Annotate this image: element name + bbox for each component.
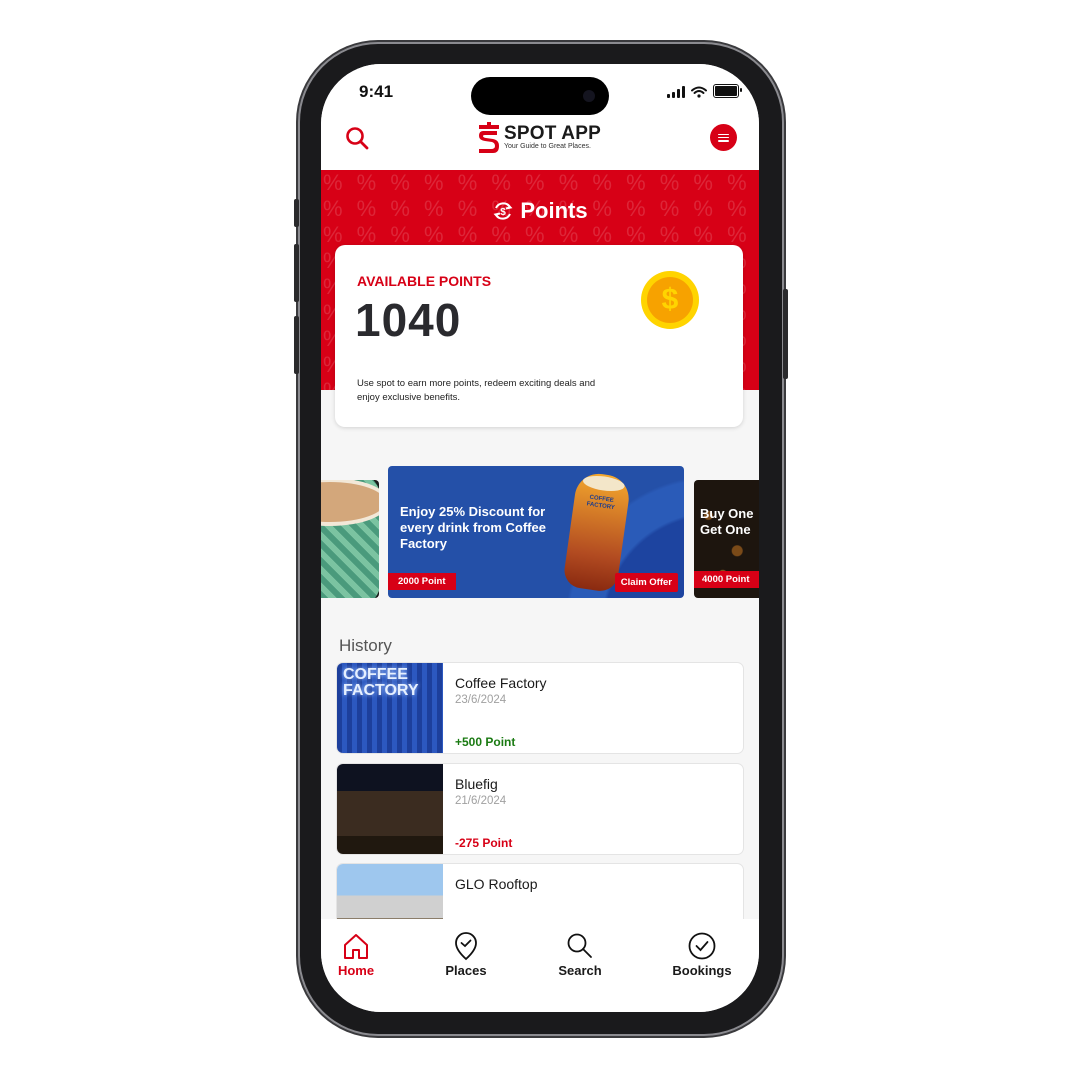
check-circle-icon xyxy=(688,932,716,960)
offer-points-badge: 2000 Point xyxy=(388,573,456,590)
points-description: Use spot to earn more points, redeem exc… xyxy=(357,378,596,403)
history-item-date: 23/6/2024 xyxy=(455,694,507,706)
page-title-text: Points xyxy=(520,198,588,223)
tab-label: Places xyxy=(445,963,487,978)
drink-brand: COFFEE FACTORY xyxy=(586,494,616,512)
tab-places[interactable]: Places xyxy=(421,931,511,978)
volume-up-button xyxy=(294,244,299,302)
tab-bookings[interactable]: Bookings xyxy=(657,931,747,978)
page-title: $ Points xyxy=(321,198,759,224)
offer-points-badge: 4000 Point xyxy=(694,571,759,588)
offer-title: Buy One Get One xyxy=(700,506,754,537)
battery-icon xyxy=(713,84,742,98)
tab-bar: Home Places Search Bookings xyxy=(321,919,759,1012)
app-bar: SPOT APP Your Guide to Great Places. xyxy=(321,114,759,170)
logo-title: SPOT APP xyxy=(504,123,601,144)
search-icon xyxy=(567,933,592,958)
image-text: COFFEE FACTORY xyxy=(343,666,419,699)
history-item-name: Bluefig xyxy=(455,776,498,792)
dynamic-island xyxy=(471,77,609,115)
available-points-card: AVAILABLE POINTS 1040 $ Use spot to earn… xyxy=(335,245,743,427)
history-item-name: Coffee Factory xyxy=(455,675,547,691)
menu-button[interactable] xyxy=(710,124,737,151)
tab-search[interactable]: Search xyxy=(535,931,625,978)
tab-label: Search xyxy=(558,963,602,978)
status-icons xyxy=(667,84,742,98)
action-button xyxy=(294,199,299,227)
offer-title: Enjoy 25% Discount for every drink from … xyxy=(400,504,546,551)
history-item-image: COFFEE FACTORY xyxy=(337,663,443,753)
search-icon xyxy=(346,127,369,150)
history-item-points: -275 Point xyxy=(455,836,513,850)
offers-carousel[interactable]: Enjoy 25% Discount for every drink from … xyxy=(321,466,759,600)
tab-label: Bookings xyxy=(672,963,732,978)
offer-card-partial-left[interactable] xyxy=(321,480,379,598)
power-button xyxy=(783,289,788,379)
app-logo: SPOT APP Your Guide to Great Places. xyxy=(477,122,601,154)
coin-dollar-icon: $ xyxy=(641,271,699,329)
claim-offer-button[interactable]: Claim Offer xyxy=(614,573,678,592)
svg-text:$: $ xyxy=(501,207,507,218)
spot-logo-icon xyxy=(479,122,499,153)
offer-card-coffee-factory[interactable]: Enjoy 25% Discount for every drink from … xyxy=(388,466,684,598)
cup-rim xyxy=(321,480,379,526)
available-points-label: AVAILABLE POINTS xyxy=(357,273,492,289)
signal-icon xyxy=(667,86,685,98)
history-item[interactable]: Bluefig 21/6/2024 -275 Point xyxy=(337,764,743,854)
place-pin-check-icon xyxy=(455,932,477,961)
points-exchange-icon: $ xyxy=(493,202,513,220)
history-item-image xyxy=(337,764,443,854)
available-points-value: 1040 xyxy=(355,294,462,346)
history-item-date: 21/6/2024 xyxy=(455,795,507,807)
camera xyxy=(583,90,595,102)
status-time: 9:41 xyxy=(359,82,394,101)
menu-icon xyxy=(718,133,729,142)
logo-subtitle: Your Guide to Great Places. xyxy=(504,143,591,150)
history-item-name: GLO Rooftop xyxy=(455,876,538,892)
history-item[interactable]: COFFEE FACTORY Coffee Factory 23/6/2024 … xyxy=(337,663,743,753)
tab-label: Home xyxy=(337,963,375,978)
tab-home[interactable]: Home xyxy=(321,931,401,978)
offer-card-bogo[interactable]: Buy One Get One 4000 Point xyxy=(694,480,759,598)
search-button[interactable] xyxy=(343,124,373,154)
history-heading: History xyxy=(339,636,392,655)
phone-frame: 9:41 SPOT APP Your Guide to Great Places… xyxy=(294,44,788,1034)
screen: 9:41 SPOT APP Your Guide to Great Places… xyxy=(321,64,759,1012)
history-item-points: +500 Point xyxy=(455,735,516,749)
wifi-icon xyxy=(691,86,707,98)
home-icon xyxy=(344,934,368,959)
volume-down-button xyxy=(294,316,299,374)
